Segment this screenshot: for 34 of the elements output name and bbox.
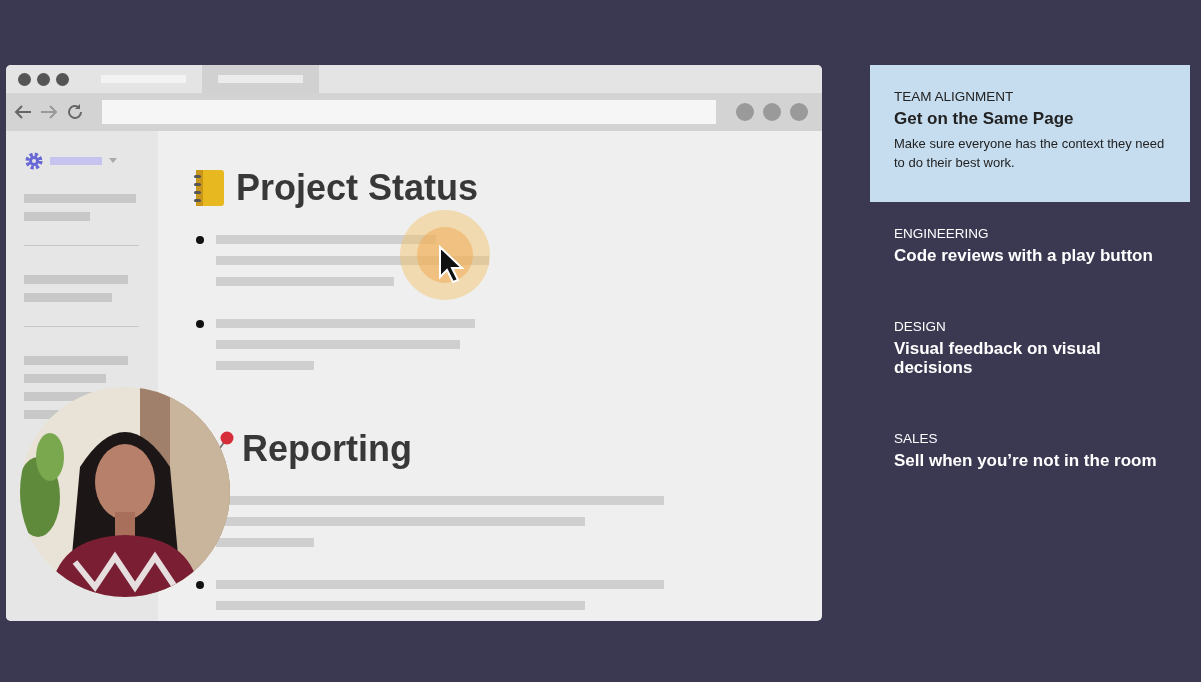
toolbar-dot-icon [736,103,754,121]
section-heading: Reporting [242,428,412,470]
placeholder-bar [24,212,90,221]
caret-icon [108,158,118,164]
feature-card[interactable]: ENGINEERING Code reviews with a play button [870,202,1190,295]
bullet-icon [196,581,204,589]
cursor-icon [438,245,464,283]
card-category: SALES [894,431,939,446]
back-icon[interactable] [14,104,32,120]
card-title: Sell when you’re not in the room [894,451,1158,470]
feature-card[interactable]: DESIGN Visual feedback on visual decisions [870,295,1190,407]
feature-card[interactable]: SALES Sell when you’re not in the room [870,407,1190,500]
window-dot-icon [18,72,31,86]
card-category: ENGINEERING [894,226,990,241]
card-title: Get on the Same Page [894,109,1075,128]
browser-tab[interactable] [202,65,319,93]
reload-icon[interactable] [66,103,84,121]
toolbar-dot-icon [763,103,781,121]
window-dot-icon [37,72,50,86]
feature-card[interactable]: TEAM ALIGNMENT Get on the Same Page Make sure everyone has the context they need to do their best work. [870,65,1190,202]
card-description: Make sure everyone has the context they need to do their best work. [894,135,1166,172]
bullet-icon [196,236,204,244]
placeholder-bar [50,157,102,165]
toolbar-dot-icon [790,103,808,121]
window-dot-icon [56,72,69,86]
section-heading: Project Status [236,167,479,209]
card-title: Code reviews with a play button [894,246,1154,265]
address-field[interactable] [102,100,716,124]
bullet-icon [196,320,204,328]
card-category: TEAM ALIGNMENT [894,89,1015,104]
gear-icon [24,151,44,171]
card-title: Visual feedback on visual decisions [894,339,1102,377]
forward-icon[interactable] [40,104,58,120]
card-category: DESIGN [894,319,947,334]
